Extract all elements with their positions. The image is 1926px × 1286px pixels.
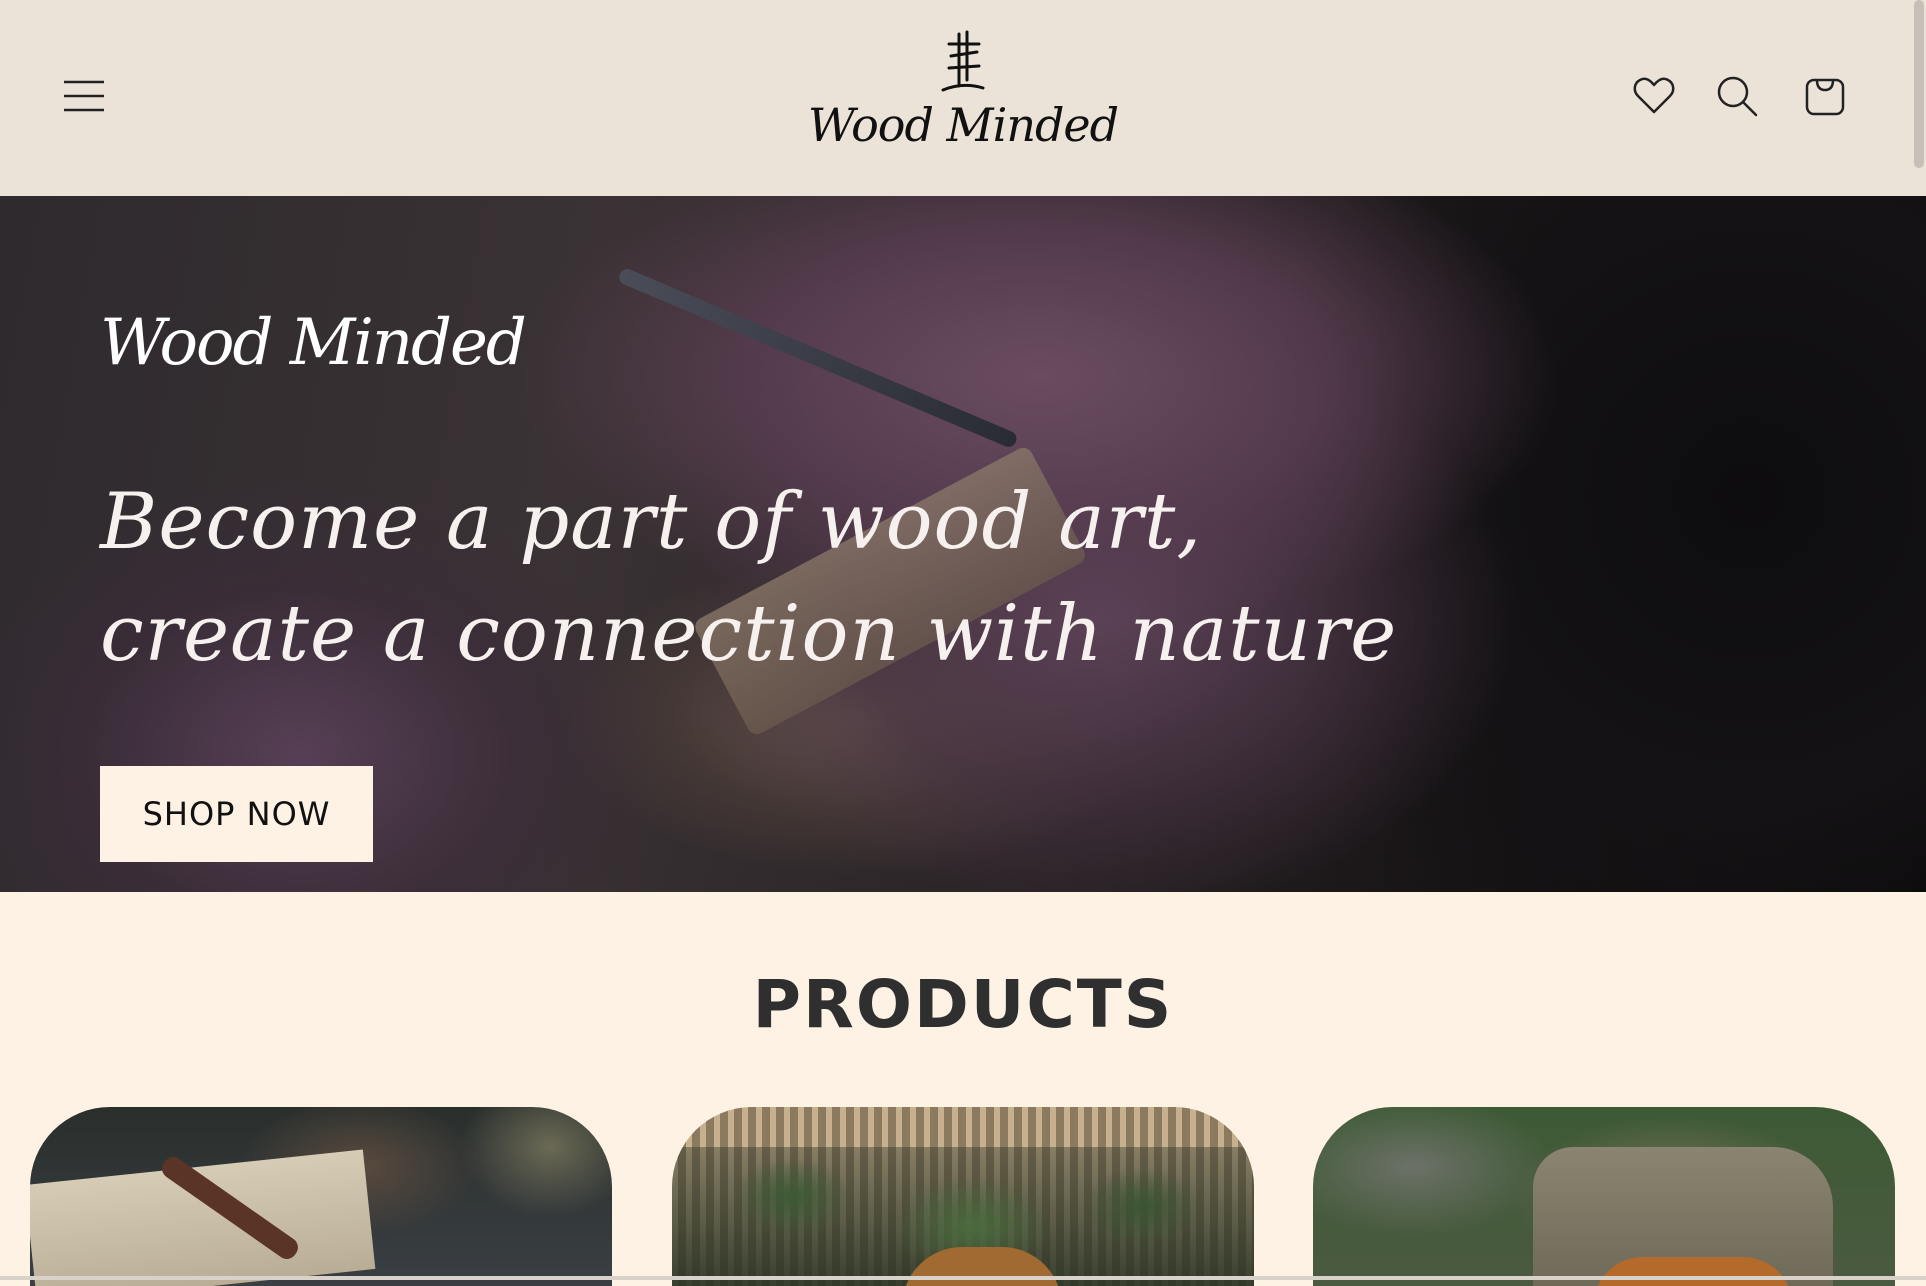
search-icon	[1717, 76, 1758, 117]
site-logo[interactable]: Wood Minded	[760, 30, 1166, 170]
search-button[interactable]	[1713, 72, 1761, 120]
product-image-detail	[1593, 1257, 1793, 1286]
site-header: Wood Minded	[0, 0, 1926, 196]
products-section-title: PRODUCTS	[752, 966, 1174, 1043]
hero-brand-title: Wood Minded	[100, 306, 527, 380]
product-card[interactable]	[30, 1107, 612, 1286]
menu-icon	[64, 80, 104, 112]
cart-icon	[1805, 78, 1845, 116]
product-image	[30, 1149, 376, 1286]
product-card[interactable]	[1313, 1107, 1895, 1286]
hero-heading: Become a part of wood art, create a conn…	[100, 477, 1398, 679]
product-card[interactable]	[672, 1107, 1254, 1286]
cart-button[interactable]	[1801, 72, 1849, 120]
heart-icon	[1633, 77, 1675, 114]
shop-now-button[interactable]: SHOP NOW	[100, 766, 373, 862]
scrollbar-thumb[interactable]	[1914, 0, 1924, 168]
horizontal-scrollbar[interactable]	[0, 1276, 1926, 1280]
menu-button[interactable]	[60, 72, 108, 120]
page: Wood Minded Wood Minded Become a part of…	[0, 0, 1926, 1286]
logo-mark-icon	[941, 30, 985, 92]
logo-text: Wood Minded	[807, 98, 1119, 152]
wishlist-button[interactable]	[1630, 72, 1678, 120]
hero-banner: Wood Minded Become a part of wood art, c…	[0, 196, 1926, 892]
hero-image-knife	[616, 266, 1019, 450]
